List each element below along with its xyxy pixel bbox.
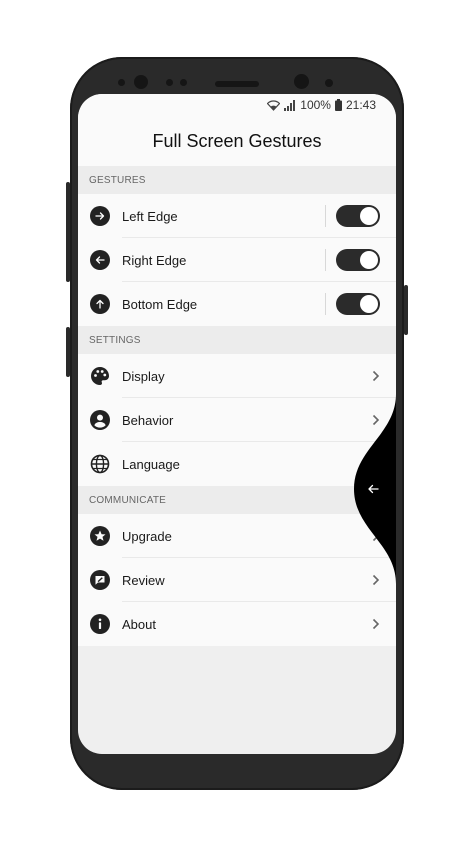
toggle-knob <box>360 295 378 313</box>
sensor-dot <box>118 79 125 86</box>
battery-icon <box>334 99 342 111</box>
battery-percent: 100% <box>300 98 331 112</box>
gesture-row-left-edge[interactable]: Left Edge <box>78 194 396 238</box>
page-title: Full Screen Gestures <box>78 116 396 166</box>
sensor-dot <box>325 79 333 87</box>
communicate-row-upgrade[interactable]: Upgrade <box>78 514 396 558</box>
communicate-label: About <box>122 616 156 632</box>
bixby-button <box>66 182 70 282</box>
settings-label: Behavior <box>122 412 174 428</box>
settings-list: GESTURES Left Edge Right Edge Bottom Edg… <box>78 166 396 646</box>
section-header-gestures: GESTURES <box>78 166 396 194</box>
settings-row-display[interactable]: Display <box>78 354 396 398</box>
account-circle-icon <box>89 409 111 431</box>
communicate-label: Upgrade <box>122 528 172 544</box>
status-bar: 100% 21:43 <box>78 94 396 116</box>
toggle-knob <box>360 207 378 225</box>
divider <box>325 249 326 271</box>
globe-icon <box>89 453 111 475</box>
gesture-row-bottom-edge[interactable]: Bottom Edge <box>78 282 396 326</box>
gesture-label: Bottom Edge <box>122 296 198 312</box>
edge-gesture-wave <box>354 394 396 584</box>
communicate-label: Review <box>122 572 165 588</box>
signal-icon <box>284 99 296 111</box>
front-camera-right <box>294 74 309 89</box>
clock: 21:43 <box>345 98 376 112</box>
left-edge-toggle[interactable] <box>336 205 380 227</box>
toggle-knob <box>360 251 378 269</box>
arrow-left-circle-icon <box>89 249 111 271</box>
communicate-row-review[interactable]: Review <box>78 558 396 602</box>
chevron-right-icon <box>372 370 380 382</box>
front-camera-left <box>134 75 148 89</box>
bottom-edge-toggle[interactable] <box>336 293 380 315</box>
section-header-settings: SETTINGS <box>78 326 396 354</box>
earpiece-speaker <box>215 81 259 87</box>
arrow-right-circle-icon <box>89 205 111 227</box>
phone-frame: 100% 21:43 Full Screen Gestures GESTURES… <box>66 57 408 790</box>
settings-label: Display <box>122 368 165 384</box>
sensor-dot <box>166 79 173 86</box>
settings-row-language[interactable]: Language <box>78 442 396 486</box>
section-header-communicate: COMMUNICATE <box>78 486 396 514</box>
divider <box>325 293 326 315</box>
communicate-row-about[interactable]: About <box>78 602 396 646</box>
wifi-icon <box>267 99 281 111</box>
info-icon <box>89 613 111 635</box>
review-icon <box>89 569 111 591</box>
star-circle-icon <box>89 525 111 547</box>
gesture-label: Right Edge <box>122 252 187 268</box>
chevron-right-icon <box>372 618 380 630</box>
screen: 100% 21:43 Full Screen Gestures GESTURES… <box>78 94 396 754</box>
palette-icon <box>89 365 111 387</box>
volume-button <box>66 327 70 377</box>
divider <box>325 205 326 227</box>
right-edge-toggle[interactable] <box>336 249 380 271</box>
settings-row-behavior[interactable]: Behavior <box>78 398 396 442</box>
gesture-row-right-edge[interactable]: Right Edge <box>78 238 396 282</box>
power-button <box>404 285 408 335</box>
arrow-up-circle-icon <box>89 293 111 315</box>
sensor-dot <box>180 79 187 86</box>
gesture-label: Left Edge <box>122 208 178 224</box>
